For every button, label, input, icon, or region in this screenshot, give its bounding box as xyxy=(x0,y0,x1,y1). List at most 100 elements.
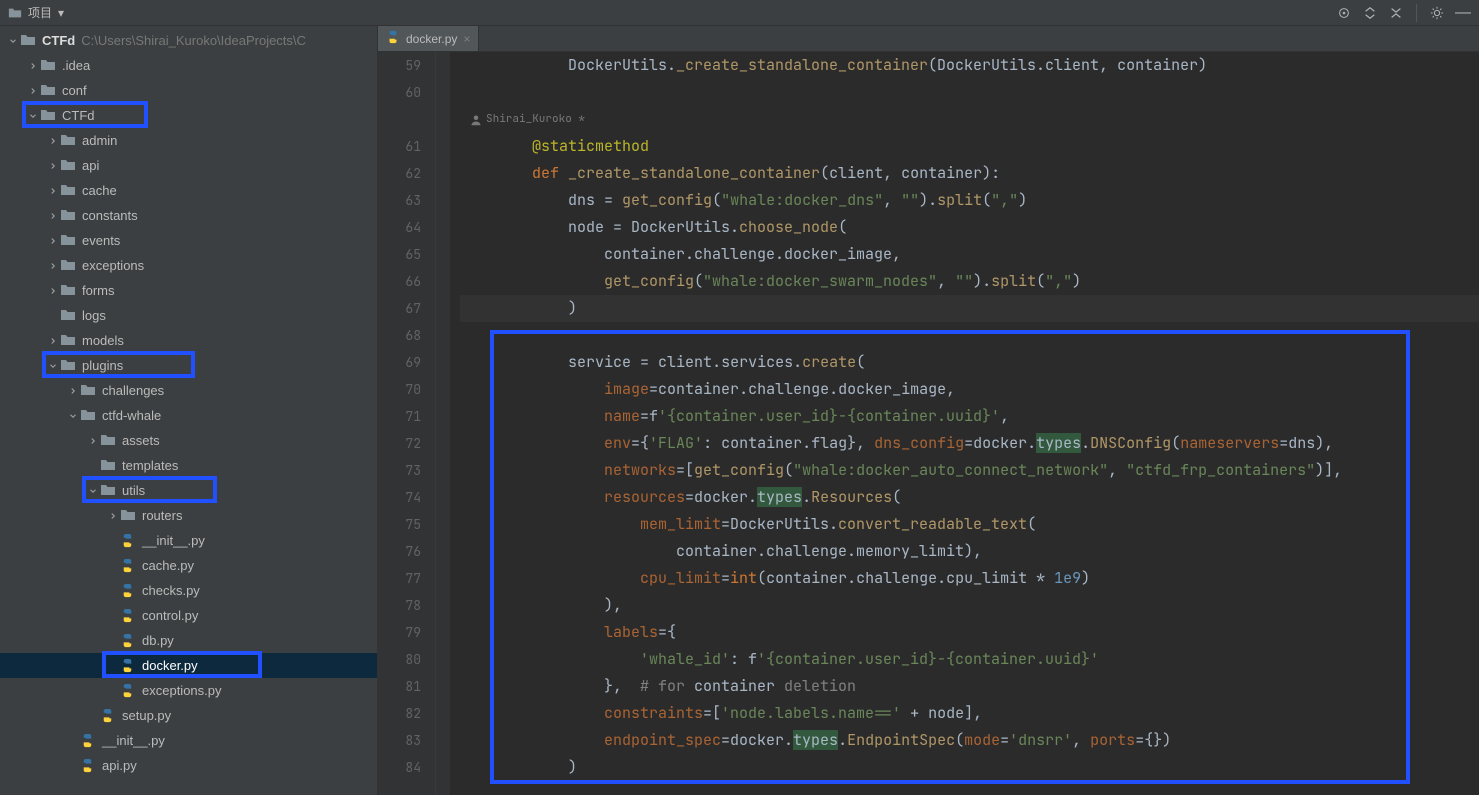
chevron-right-icon[interactable] xyxy=(46,184,60,198)
tree-item-api-py[interactable]: api.py xyxy=(0,753,377,778)
chevron-right-icon[interactable] xyxy=(46,209,60,223)
chevron-down-icon[interactable] xyxy=(6,34,20,48)
python-file-icon xyxy=(120,583,136,599)
chevron-down-icon[interactable] xyxy=(86,484,100,498)
tree-item-__init__-py[interactable]: __init__.py xyxy=(0,728,377,753)
locate-icon[interactable] xyxy=(1336,5,1352,21)
code-line[interactable]: resources=docker.types.Resources( xyxy=(460,484,1479,511)
tree-item-challenges[interactable]: challenges xyxy=(0,378,377,403)
tree-item-api[interactable]: api xyxy=(0,153,377,178)
tree-item-routers[interactable]: routers xyxy=(0,503,377,528)
tree-item-utils[interactable]: utils xyxy=(0,478,377,503)
tree-item-cache[interactable]: cache xyxy=(0,178,377,203)
tree-item-events[interactable]: events xyxy=(0,228,377,253)
chevron-right-icon[interactable] xyxy=(86,434,100,448)
code-line[interactable]: networks=[get_config("whale:docker_auto_… xyxy=(460,457,1479,484)
chevron-down-icon[interactable] xyxy=(46,359,60,373)
code-line[interactable]: get_config("whale:docker_swarm_nodes", "… xyxy=(460,268,1479,295)
code-line[interactable]: node = DockerUtils.choose_node( xyxy=(460,214,1479,241)
code-line[interactable]: endpoint_spec=docker.types.EndpointSpec(… xyxy=(460,727,1479,754)
tree-item-admin[interactable]: admin xyxy=(0,128,377,153)
folder-icon xyxy=(60,158,76,174)
chevron-right-icon[interactable] xyxy=(46,259,60,273)
code-line[interactable]: container.challenge.memory_limit), xyxy=(460,538,1479,565)
tree-item-setup-py[interactable]: setup.py xyxy=(0,703,377,728)
chevron-right-icon[interactable] xyxy=(66,384,80,398)
code-line[interactable] xyxy=(460,79,1479,106)
tree-item-models[interactable]: models xyxy=(0,328,377,353)
chevron-right-icon[interactable] xyxy=(106,509,120,523)
chevron-right-icon[interactable] xyxy=(46,159,60,173)
folder-icon xyxy=(40,83,56,99)
folder-icon xyxy=(40,108,56,124)
tree-item-exceptions[interactable]: exceptions xyxy=(0,253,377,278)
tree-item-forms[interactable]: forms xyxy=(0,278,377,303)
expand-all-icon[interactable] xyxy=(1362,5,1378,21)
tree-root[interactable]: CTFdC:\Users\Shirai_Kuroko\IdeaProjects\… xyxy=(0,28,377,53)
tree-item-logs[interactable]: logs xyxy=(0,303,377,328)
tree-item-docker-py[interactable]: docker.py xyxy=(0,653,377,678)
fold-column[interactable] xyxy=(436,52,450,795)
code-area[interactable]: DockerUtils._create_standalone_container… xyxy=(450,52,1479,795)
chevron-right-icon[interactable] xyxy=(26,59,40,73)
code-line[interactable]: mem_limit=DockerUtils.convert_readable_t… xyxy=(460,511,1479,538)
chevron-right-icon[interactable] xyxy=(46,234,60,248)
tree-item-plugins[interactable]: plugins xyxy=(0,353,377,378)
tree-item-ctfd-whale[interactable]: ctfd-whale xyxy=(0,403,377,428)
folder-icon xyxy=(60,308,76,324)
python-file-icon xyxy=(120,533,136,549)
close-tab-icon[interactable]: × xyxy=(463,32,470,46)
tree-item-control-py[interactable]: control.py xyxy=(0,603,377,628)
code-line[interactable]: container.challenge.docker_image, xyxy=(460,241,1479,268)
code-line[interactable] xyxy=(460,322,1479,349)
folder-icon xyxy=(8,6,22,20)
editor-tab-docker[interactable]: docker.py × xyxy=(378,26,479,51)
toolbar-divider xyxy=(1416,4,1417,22)
tree-item-checks-py[interactable]: checks.py xyxy=(0,578,377,603)
tree-item-templates[interactable]: templates xyxy=(0,453,377,478)
collapse-all-icon[interactable] xyxy=(1388,5,1404,21)
code-line[interactable]: cpu_limit=int(container.challenge.cpu_li… xyxy=(460,565,1479,592)
tree-item-db-py[interactable]: db.py xyxy=(0,628,377,653)
tree-item-exceptions-py[interactable]: exceptions.py xyxy=(0,678,377,703)
chevron-right-icon[interactable] xyxy=(26,84,40,98)
tree-item-cache-py[interactable]: cache.py xyxy=(0,553,377,578)
chevron-down-icon[interactable] xyxy=(66,409,80,423)
chevron-right-icon[interactable] xyxy=(46,134,60,148)
code-line[interactable]: ) xyxy=(460,295,1479,322)
code-line[interactable]: name=f'{container.user_id}-{container.uu… xyxy=(460,403,1479,430)
code-line[interactable]: labels={ xyxy=(460,619,1479,646)
gear-icon[interactable] xyxy=(1429,5,1445,21)
folder-icon xyxy=(60,358,76,374)
folder-icon xyxy=(60,258,76,274)
tree-item-CTFd[interactable]: CTFd xyxy=(0,103,377,128)
code-line[interactable]: }, # for container deletion xyxy=(460,673,1479,700)
code-line[interactable]: image=container.challenge.docker_image, xyxy=(460,376,1479,403)
tree-item-constants[interactable]: constants xyxy=(0,203,377,228)
tree-item-assets[interactable]: assets xyxy=(0,428,377,453)
python-file-icon xyxy=(120,558,136,574)
project-tree[interactable]: CTFdC:\Users\Shirai_Kuroko\IdeaProjects\… xyxy=(0,26,378,795)
chevron-right-icon[interactable] xyxy=(46,334,60,348)
minimize-icon[interactable]: — xyxy=(1455,5,1471,21)
code-line[interactable]: ) xyxy=(460,754,1479,781)
code-line[interactable]: env={'FLAG': container.flag}, dns_config… xyxy=(460,430,1479,457)
code-line[interactable]: DockerUtils._create_standalone_container… xyxy=(460,52,1479,79)
code-line[interactable]: 'whale_id': f'{container.user_id}-{conta… xyxy=(460,646,1479,673)
tree-item-conf[interactable]: conf xyxy=(0,78,377,103)
folder-icon xyxy=(120,508,136,524)
code-line[interactable]: constraints=['node.labels.name==' + node… xyxy=(460,700,1479,727)
code-line[interactable]: dns = get_config("whale:docker_dns", "")… xyxy=(460,187,1479,214)
tree-item--idea[interactable]: .idea xyxy=(0,53,377,78)
code-line[interactable]: service = client.services.create( xyxy=(460,349,1479,376)
python-file-icon xyxy=(120,608,136,624)
code-line[interactable]: Shirai_Kuroko * xyxy=(460,106,1479,133)
code-line[interactable]: @staticmethod xyxy=(460,133,1479,160)
project-tool-window-label[interactable]: 项目 ▾ xyxy=(0,4,72,21)
chevron-right-icon[interactable] xyxy=(46,284,60,298)
code-line[interactable]: def _create_standalone_container(client,… xyxy=(460,160,1479,187)
code-editor[interactable]: 5960616263646566676869707172737475767778… xyxy=(378,52,1479,795)
tree-item-__init__-py[interactable]: __init__.py xyxy=(0,528,377,553)
chevron-down-icon[interactable] xyxy=(26,109,40,123)
code-line[interactable]: ), xyxy=(460,592,1479,619)
